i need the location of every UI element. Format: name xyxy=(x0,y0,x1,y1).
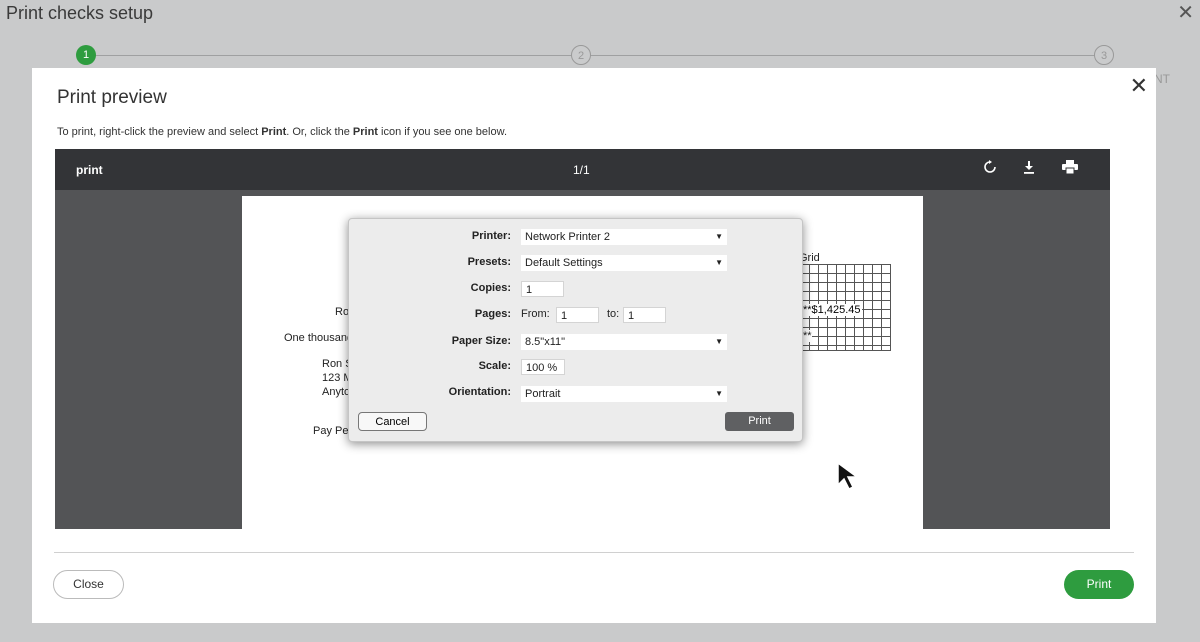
rotate-icon[interactable] xyxy=(980,159,1000,179)
check-amount: **$1,425.45 xyxy=(802,304,862,316)
copies-label: Copies: xyxy=(470,282,511,294)
page-indicator: 1/1 xyxy=(573,163,590,177)
modal-title: Print preview xyxy=(57,87,167,108)
paper-size-select[interactable]: 8.5"x11" ▼ xyxy=(521,334,727,350)
printer-select[interactable]: Network Printer 2 ▼ xyxy=(521,229,727,245)
viewer-title: print xyxy=(76,163,103,177)
close-button[interactable]: Close xyxy=(53,570,124,599)
step-2: 2 xyxy=(571,45,591,65)
step-1: 1 xyxy=(76,45,96,65)
scale-label: Scale: xyxy=(478,360,511,372)
footer-divider xyxy=(54,552,1134,553)
instruction-text: To print, right-click the preview and se… xyxy=(57,126,507,138)
copies-input[interactable]: 1 xyxy=(521,281,564,297)
amount-stars: ** xyxy=(803,330,812,342)
chevron-down-icon: ▼ xyxy=(715,337,723,346)
dialog-cancel-button[interactable]: Cancel xyxy=(358,412,427,431)
download-icon[interactable] xyxy=(1019,159,1039,179)
step-3: 3 xyxy=(1094,45,1114,65)
chevron-down-icon: ▼ xyxy=(715,232,723,241)
system-print-dialog: Printer: Network Printer 2 ▼ Presets: Def… xyxy=(348,218,803,442)
step-label: NT xyxy=(1154,72,1170,86)
from-input[interactable]: 1 xyxy=(556,307,599,323)
print-button[interactable]: Print xyxy=(1064,570,1134,599)
pages-label: Pages: xyxy=(474,308,511,320)
from-label: From: xyxy=(521,308,550,320)
mouse-cursor-icon xyxy=(837,461,860,491)
paper-size-label: Paper Size: xyxy=(451,335,511,347)
to-input[interactable]: 1 xyxy=(623,307,666,323)
orientation-label: Orientation: xyxy=(448,386,511,398)
presets-select[interactable]: Default Settings ▼ xyxy=(521,255,727,271)
to-label: to: xyxy=(607,308,620,320)
viewer-toolbar: print 1/1 xyxy=(55,149,1110,190)
dialog-print-button[interactable]: Print xyxy=(725,412,794,431)
presets-label: Presets: xyxy=(467,256,511,268)
chevron-down-icon: ▼ xyxy=(715,258,723,267)
stepper-line xyxy=(86,55,1104,56)
close-icon[interactable]: ✕ xyxy=(1177,0,1194,25)
orientation-select[interactable]: Portrait ▼ xyxy=(521,386,727,402)
printer-icon[interactable] xyxy=(1060,159,1080,179)
scale-input[interactable]: 100 % xyxy=(521,359,565,375)
printer-label: Printer: xyxy=(471,230,511,242)
close-icon[interactable]: ✕ xyxy=(1130,73,1148,99)
chevron-down-icon: ▼ xyxy=(715,389,723,398)
page-title: Print checks setup xyxy=(6,3,154,23)
